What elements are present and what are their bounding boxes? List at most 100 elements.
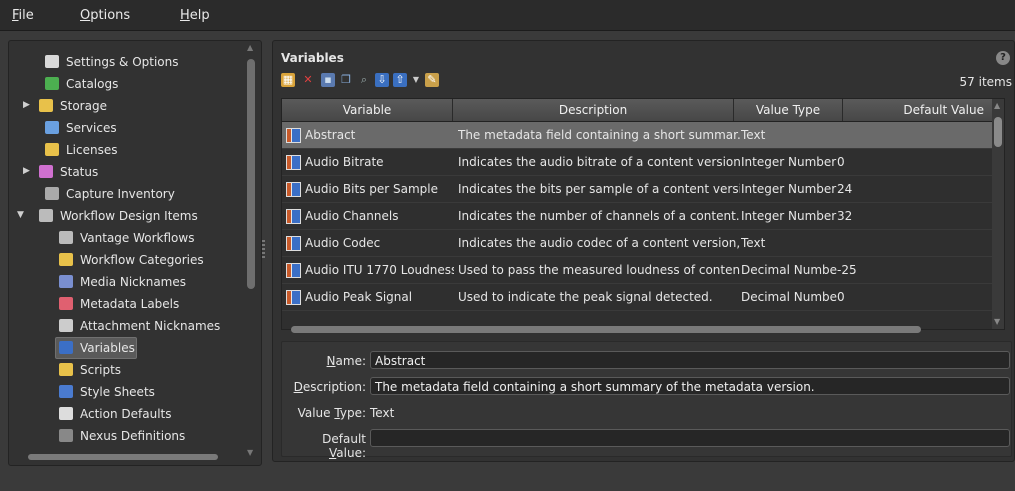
folder-icon bbox=[39, 99, 53, 112]
column-header-value-type[interactable]: Value Type bbox=[734, 99, 843, 121]
scroll-up-icon[interactable]: ▲ bbox=[247, 43, 253, 52]
variable-name: Audio Bits per Sample bbox=[305, 182, 439, 196]
menu-options[interactable]: Options bbox=[80, 8, 130, 23]
settings-icon bbox=[45, 55, 59, 68]
column-header-variable[interactable]: Variable bbox=[282, 99, 453, 121]
scroll-up-icon[interactable]: ▲ bbox=[994, 101, 1000, 110]
table-row[interactable]: Audio Codec Indicates the audio codec of … bbox=[282, 230, 994, 257]
tree-item-storage[interactable]: ▶ Storage bbox=[23, 95, 107, 115]
cell-description: Used to pass the measured loudness of co… bbox=[458, 263, 740, 277]
cell-variable: Audio Bitrate bbox=[282, 149, 454, 175]
expand-arrow-icon[interactable]: ▶ bbox=[23, 95, 30, 115]
value-type-label: Value Type: bbox=[297, 406, 366, 420]
table-row[interactable]: Audio Peak Signal Used to indicate the pe… bbox=[282, 284, 994, 311]
workflow-icon bbox=[59, 231, 73, 244]
metadata-icon bbox=[59, 297, 73, 310]
tree-item-capture-inventory[interactable]: Capture Inventory bbox=[45, 183, 175, 203]
cell-default-value bbox=[837, 122, 987, 148]
action-defaults-icon bbox=[59, 407, 73, 420]
menu-help[interactable]: Help bbox=[180, 8, 210, 23]
cell-description: Indicates the number of channels of a co… bbox=[458, 209, 740, 223]
scrollbar-thumb[interactable] bbox=[247, 59, 255, 289]
cell-default-value: 0 bbox=[837, 155, 845, 169]
tree-item-media-nicknames[interactable]: Media Nicknames bbox=[59, 271, 186, 291]
tree-item-action-defaults[interactable]: Action Defaults bbox=[59, 403, 172, 423]
scrollbar-thumb[interactable] bbox=[28, 454, 218, 460]
tree-item-variables[interactable]: Variables bbox=[55, 337, 137, 359]
variable-icon bbox=[286, 236, 301, 251]
tree-horizontal-scrollbar[interactable] bbox=[8, 452, 260, 462]
table-row[interactable]: Abstract The metadata field containing a … bbox=[282, 122, 994, 149]
tree-item-label: Action Defaults bbox=[80, 406, 172, 421]
key-icon bbox=[45, 143, 59, 156]
tree-item-status[interactable]: ▶ Status bbox=[23, 161, 98, 181]
tree-item-catalogs[interactable]: Catalogs bbox=[45, 73, 118, 93]
help-icon[interactable]: ? bbox=[996, 51, 1010, 65]
save-icon[interactable]: ▪ bbox=[321, 73, 335, 87]
tree-item-label: Style Sheets bbox=[80, 384, 155, 399]
properties-icon[interactable]: ✎ bbox=[425, 73, 439, 87]
column-header-default-value[interactable]: Default Value bbox=[843, 99, 993, 121]
tree-item-services[interactable]: Services bbox=[45, 117, 117, 137]
delete-icon[interactable]: ✕ bbox=[301, 73, 315, 87]
table-vertical-scrollbar[interactable]: ▲ ▼ bbox=[992, 99, 1004, 329]
catalogs-icon bbox=[45, 77, 59, 90]
cell-description: Indicates the bits per sample of a conte… bbox=[458, 182, 740, 196]
table-row[interactable]: Audio ITU 1770 Loudness Used to pass the … bbox=[282, 257, 994, 284]
tree-item-workflow-categories[interactable]: Workflow Categories bbox=[59, 249, 204, 269]
description-field[interactable]: The metadata field containing a short su… bbox=[370, 377, 1010, 395]
name-label: Name: bbox=[326, 354, 366, 368]
variable-name: Audio Peak Signal bbox=[305, 290, 413, 304]
tree-vertical-scrollbar[interactable]: ▲ ▼ bbox=[247, 43, 255, 457]
description-label: Description: bbox=[293, 380, 366, 394]
menu-file[interactable]: File bbox=[12, 8, 34, 23]
default-value-field[interactable] bbox=[370, 429, 1010, 447]
table-row[interactable]: Audio Bits per Sample Indicates the bits … bbox=[282, 176, 994, 203]
tree-item-settings-options[interactable]: Settings & Options bbox=[45, 51, 179, 71]
tree-item-style-sheets[interactable]: Style Sheets bbox=[59, 381, 155, 401]
variables-table: Variable Description Value Type Default … bbox=[281, 98, 1005, 330]
tree-item-licenses[interactable]: Licenses bbox=[45, 139, 118, 159]
variable-icon bbox=[286, 263, 301, 278]
tree-item-metadata-labels[interactable]: Metadata Labels bbox=[59, 293, 179, 313]
tree-item-vantage-workflows[interactable]: Vantage Workflows bbox=[59, 227, 194, 247]
copy-icon[interactable]: ❐ bbox=[339, 73, 353, 87]
variables-icon bbox=[59, 341, 73, 354]
tree-item-label: Vantage Workflows bbox=[80, 230, 195, 245]
name-field[interactable]: Abstract bbox=[370, 351, 1010, 369]
table-horizontal-scrollbar[interactable] bbox=[281, 323, 991, 335]
tree-item-attachment-nicknames[interactable]: Attachment Nicknames bbox=[59, 315, 220, 335]
panel-splitter[interactable] bbox=[262, 240, 265, 260]
variable-name: Audio Bitrate bbox=[305, 155, 384, 169]
collapse-arrow-icon[interactable]: ▼ bbox=[17, 205, 24, 225]
scroll-down-icon[interactable]: ▼ bbox=[994, 317, 1000, 326]
cell-variable: Audio Bits per Sample bbox=[282, 176, 454, 202]
paperclip-icon bbox=[59, 319, 73, 332]
expand-arrow-icon[interactable]: ▶ bbox=[23, 161, 30, 181]
scrollbar-thumb[interactable] bbox=[291, 326, 921, 333]
cell-default-value: 0 bbox=[837, 290, 845, 304]
navigation-tree: Settings & Options Catalogs ▶ Storage Servic… bbox=[8, 40, 262, 466]
cell-value-type: Decimal Number bbox=[741, 290, 837, 304]
variable-details-form: Name: Abstract Description: The metadata… bbox=[281, 341, 1012, 460]
cell-variable: Audio Peak Signal bbox=[282, 284, 454, 310]
find-icon[interactable]: ⌕ bbox=[357, 73, 371, 87]
new-variable-icon[interactable]: ▦ bbox=[281, 73, 295, 87]
cell-value-type: Text bbox=[741, 236, 766, 250]
tree-item-label: Attachment Nicknames bbox=[80, 318, 221, 333]
tree-item-nexus-definitions[interactable]: Nexus Definitions bbox=[59, 425, 185, 445]
tree-item-workflow-design-items[interactable]: ▼ Workflow Design Items bbox=[17, 205, 198, 225]
cell-description: Used to indicate the peak signal detecte… bbox=[458, 290, 713, 304]
table-row[interactable]: Audio Channels Indicates the number of ch… bbox=[282, 203, 994, 230]
tree-item-scripts[interactable]: Scripts bbox=[59, 359, 121, 379]
table-row[interactable]: Audio Bitrate Indicates the audio bitrate… bbox=[282, 149, 994, 176]
column-header-description[interactable]: Description bbox=[453, 99, 734, 121]
dropdown-chevron-icon[interactable]: ▼ bbox=[409, 73, 423, 87]
default-value-label: Default Value: bbox=[322, 432, 366, 460]
cell-description: Indicates the audio codec of a content v… bbox=[458, 236, 740, 250]
variable-icon bbox=[286, 155, 301, 170]
scrollbar-thumb[interactable] bbox=[994, 117, 1002, 147]
export-icon[interactable]: ⇧ bbox=[393, 73, 407, 87]
variables-panel: Variables ? ▦ ✕ ▪ ❐ ⌕ ⇩ ⇧ ▼ ✎ 57 items V… bbox=[272, 40, 1015, 462]
import-icon[interactable]: ⇩ bbox=[375, 73, 389, 87]
